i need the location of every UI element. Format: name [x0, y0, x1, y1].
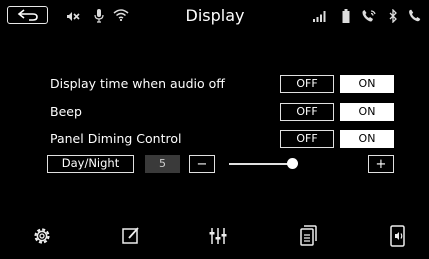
equalizer-button[interactable]	[206, 224, 230, 248]
brightness-increase-button[interactable]: +	[368, 155, 394, 173]
phone-list-icon	[300, 225, 317, 246]
status-bar: Display	[0, 0, 429, 32]
edit-icon	[122, 227, 139, 244]
edit-button[interactable]	[119, 224, 143, 248]
equalizer-icon	[209, 228, 227, 244]
beep-on-button[interactable]: ON	[340, 103, 394, 121]
signal-bars-icon	[313, 11, 326, 22]
display-settings-screen: Display Display time when audio off OFF …	[0, 0, 429, 259]
bluetooth-icon	[389, 9, 397, 23]
microphone-icon	[94, 9, 104, 23]
back-button[interactable]	[7, 6, 48, 24]
brightness-value: 5	[145, 155, 180, 173]
brightness-slider-thumb[interactable]	[287, 158, 298, 169]
panel-dimming-label: Panel Diming Control	[50, 131, 182, 146]
call-icon	[409, 9, 421, 22]
page-title: Display	[185, 6, 245, 25]
panel-dimming-on-button[interactable]: ON	[340, 130, 394, 148]
plus-label: +	[375, 156, 387, 172]
day-night-button[interactable]: Day/Night	[47, 155, 134, 173]
brightness-slider-track[interactable]	[229, 163, 293, 165]
settings-gear-icon	[34, 228, 50, 244]
display-time-label: Display time when audio off	[50, 76, 225, 91]
settings-button[interactable]	[30, 224, 54, 248]
phone-volume-button[interactable]	[386, 224, 410, 248]
battery-icon	[342, 9, 350, 23]
back-icon	[17, 9, 38, 21]
display-time-off-button[interactable]: OFF	[280, 75, 334, 93]
phone-list-button[interactable]	[296, 224, 320, 248]
wifi-icon	[113, 9, 129, 21]
phone-link-icon	[362, 10, 376, 22]
panel-dimming-off-button[interactable]: OFF	[280, 130, 334, 148]
mute-icon	[67, 12, 80, 21]
phone-volume-icon	[390, 225, 405, 247]
beep-off-button[interactable]: OFF	[280, 103, 334, 121]
brightness-decrease-button[interactable]: −	[189, 155, 215, 173]
display-time-on-button[interactable]: ON	[340, 75, 394, 93]
bottom-nav	[0, 206, 429, 259]
minus-label: −	[196, 156, 208, 172]
beep-label: Beep	[50, 104, 82, 119]
